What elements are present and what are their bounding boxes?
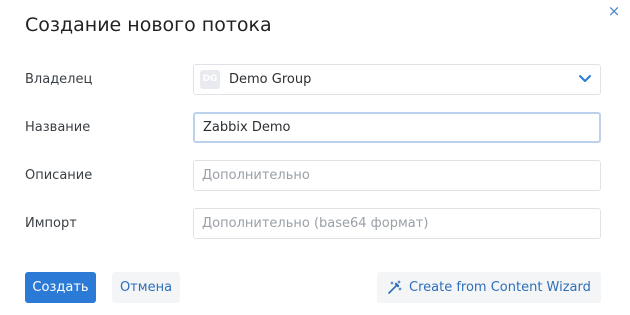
- description-input[interactable]: [194, 161, 600, 190]
- name-field-wrapper: [193, 112, 601, 143]
- cancel-button[interactable]: Отмена: [112, 272, 180, 303]
- magic-wand-icon: [388, 280, 402, 294]
- close-icon[interactable]: ×: [604, 0, 624, 22]
- chevron-down-icon[interactable]: [578, 71, 592, 85]
- content-wizard-label: Create from Content Wizard: [409, 280, 591, 295]
- owner-label: Владелец: [25, 72, 93, 87]
- dialog-title: Создание нового потока: [25, 14, 272, 36]
- import-field-wrapper: [193, 208, 601, 239]
- owner-value: Demo Group: [229, 72, 312, 87]
- owner-avatar: DG: [200, 70, 220, 89]
- create-stream-dialog: Создание нового потока × Владелец DG Dem…: [0, 0, 630, 315]
- import-input[interactable]: [194, 209, 600, 238]
- import-label: Импорт: [25, 216, 77, 231]
- create-button[interactable]: Создать: [25, 272, 96, 303]
- name-label: Название: [25, 120, 91, 135]
- description-field-wrapper: [193, 160, 601, 191]
- description-label: Описание: [25, 168, 93, 183]
- content-wizard-button[interactable]: Create from Content Wizard: [377, 272, 601, 303]
- name-input[interactable]: [195, 114, 599, 141]
- owner-select[interactable]: DG Demo Group: [193, 64, 601, 95]
